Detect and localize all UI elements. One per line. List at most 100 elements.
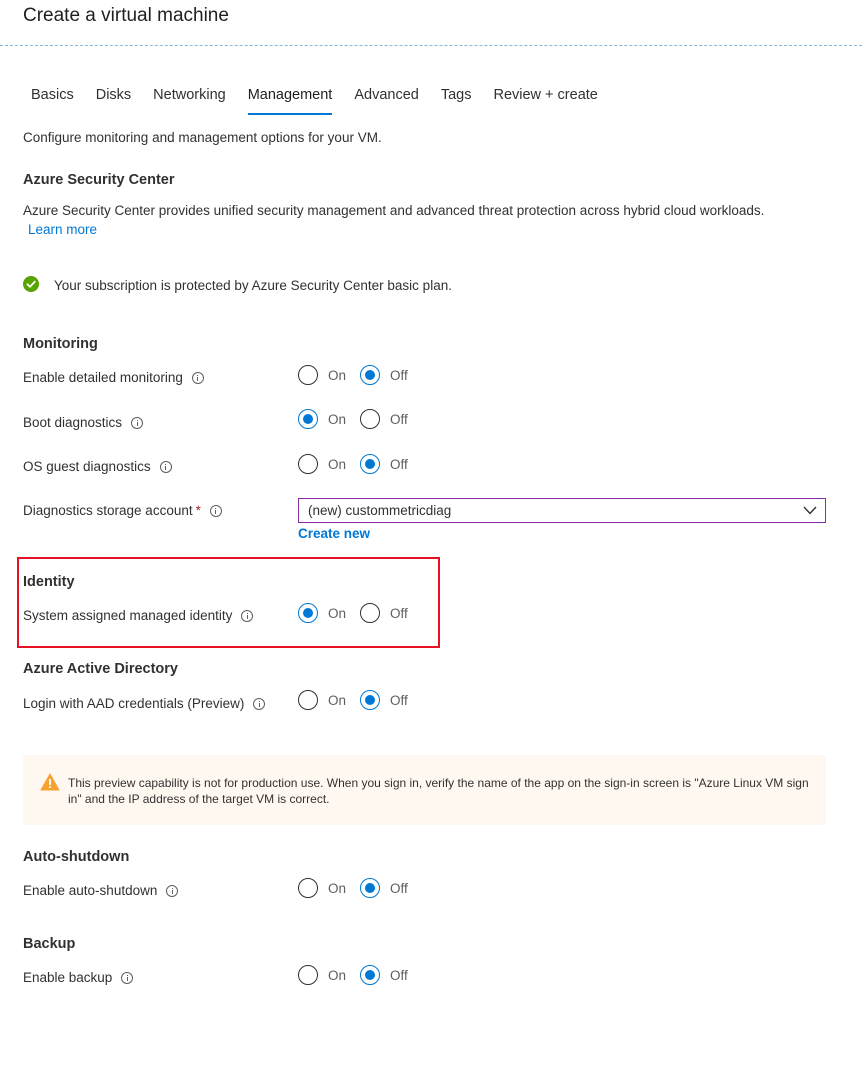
backup-heading: Backup (23, 936, 76, 952)
radio-button[interactable] (298, 365, 318, 385)
aad-login-off-option[interactable]: Off (360, 690, 408, 710)
boot-diagnostics-on-option[interactable]: On (298, 409, 346, 429)
storage-account-selected-value: (new) custommetricdiag (308, 503, 452, 518)
radio-button-checked[interactable] (360, 365, 381, 385)
info-icon[interactable] (121, 971, 134, 984)
storage-account-dropdown[interactable]: (new) custommetricdiag (298, 498, 826, 523)
aad-login-label: Login with AAD credentials (Preview) (23, 696, 266, 711)
detailed-monitoring-label-text: Enable detailed monitoring (23, 370, 183, 385)
system-assigned-identity-off-option[interactable]: Off (360, 603, 408, 623)
security-center-heading: Azure Security Center (23, 172, 175, 188)
security-center-description: Azure Security Center provides unified s… (23, 203, 765, 218)
os-guest-diagnostics-on-option[interactable]: On (298, 454, 346, 474)
radio-label-off: Off (390, 367, 408, 383)
radio-button-checked[interactable] (298, 603, 318, 623)
radio-label-on: On (328, 880, 347, 896)
detailed-monitoring-off-option[interactable]: Off (360, 365, 408, 385)
backup-off-option[interactable]: Off (360, 965, 408, 985)
info-icon[interactable] (209, 504, 222, 517)
radio-label-off: Off (390, 880, 408, 896)
backup-radio-group: On Off (298, 965, 408, 985)
auto-shutdown-on-option[interactable]: On (298, 878, 346, 898)
aad-heading: Azure Active Directory (23, 661, 178, 677)
tab-review-create[interactable]: Review + create (482, 87, 608, 115)
check-circle-icon (23, 276, 39, 292)
radio-label-on: On (328, 367, 347, 383)
radio-label-off: Off (390, 692, 408, 708)
radio-button[interactable] (298, 878, 318, 898)
radio-button[interactable] (360, 603, 381, 623)
detailed-monitoring-label: Enable detailed monitoring (23, 370, 204, 385)
security-status-text: Your subscription is protected by Azure … (54, 278, 452, 293)
intro-text: Configure monitoring and management opti… (23, 130, 382, 145)
header-divider (0, 45, 862, 46)
auto-shutdown-radio-group: On Off (298, 878, 408, 898)
auto-shutdown-off-option[interactable]: Off (360, 878, 408, 898)
system-assigned-identity-label: System assigned managed identity (23, 608, 254, 623)
backup-on-option[interactable]: On (298, 965, 346, 985)
backup-label-text: Enable backup (23, 970, 113, 985)
system-assigned-identity-radio-group: On Off (298, 603, 408, 623)
tab-management[interactable]: Management (237, 87, 344, 115)
info-icon[interactable] (131, 416, 144, 429)
radio-button-checked[interactable] (360, 965, 381, 985)
info-icon[interactable] (253, 697, 266, 710)
os-guest-diagnostics-label-text: OS guest diagnostics (23, 459, 151, 474)
page-title: Create a virtual machine (23, 5, 229, 26)
preview-warning-banner: This preview capability is not for produ… (23, 755, 826, 825)
auto-shutdown-heading: Auto-shutdown (23, 849, 130, 865)
tab-tags[interactable]: Tags (430, 87, 483, 115)
radio-label-off: Off (390, 456, 408, 472)
radio-label-off: Off (390, 411, 408, 427)
info-icon[interactable] (191, 371, 204, 384)
required-asterisk: * (195, 503, 201, 518)
create-new-storage-link[interactable]: Create new (298, 526, 370, 541)
os-guest-diagnostics-label: OS guest diagnostics (23, 459, 172, 474)
radio-label-on: On (328, 411, 347, 427)
boot-diagnostics-off-option[interactable]: Off (360, 409, 408, 429)
storage-account-label: Diagnostics storage account * (23, 503, 222, 518)
radio-label-on: On (328, 692, 347, 708)
radio-button-checked[interactable] (298, 409, 318, 429)
radio-button[interactable] (360, 409, 381, 429)
os-guest-diagnostics-radio-group: On Off (298, 454, 408, 474)
identity-heading: Identity (23, 574, 75, 590)
warning-icon (40, 773, 60, 791)
storage-account-label-text: Diagnostics storage account (23, 503, 193, 518)
tab-bar: Basics Disks Networking Management Advan… (20, 87, 609, 115)
info-icon[interactable] (166, 884, 179, 897)
boot-diagnostics-label-text: Boot diagnostics (23, 415, 123, 430)
info-icon[interactable] (159, 460, 172, 473)
learn-more-link[interactable]: Learn more (28, 222, 97, 237)
aad-login-label-text: Login with AAD credentials (Preview) (23, 696, 245, 711)
radio-button-checked[interactable] (360, 454, 381, 474)
tab-advanced[interactable]: Advanced (343, 87, 430, 115)
radio-label-off: Off (390, 605, 408, 621)
auto-shutdown-label-text: Enable auto-shutdown (23, 883, 158, 898)
os-guest-diagnostics-off-option[interactable]: Off (360, 454, 408, 474)
info-icon[interactable] (241, 609, 254, 622)
radio-button[interactable] (298, 454, 318, 474)
boot-diagnostics-radio-group: On Off (298, 409, 408, 429)
detailed-monitoring-radio-group: On Off (298, 365, 408, 385)
aad-login-radio-group: On Off (298, 690, 408, 710)
system-assigned-identity-label-text: System assigned managed identity (23, 608, 233, 623)
aad-login-on-option[interactable]: On (298, 690, 346, 710)
boot-diagnostics-label: Boot diagnostics (23, 415, 144, 430)
radio-label-on: On (328, 605, 347, 621)
monitoring-heading: Monitoring (23, 336, 98, 352)
radio-button-checked[interactable] (360, 878, 381, 898)
tab-networking[interactable]: Networking (142, 87, 237, 115)
chevron-down-icon (803, 506, 817, 515)
detailed-monitoring-on-option[interactable]: On (298, 365, 346, 385)
radio-button-checked[interactable] (360, 690, 381, 710)
radio-button[interactable] (298, 965, 318, 985)
tab-disks[interactable]: Disks (85, 87, 142, 115)
radio-label-on: On (328, 456, 347, 472)
radio-button[interactable] (298, 690, 318, 710)
tab-basics[interactable]: Basics (20, 87, 85, 115)
backup-label: Enable backup (23, 970, 134, 985)
preview-warning-text: This preview capability is not for produ… (68, 776, 809, 806)
auto-shutdown-label: Enable auto-shutdown (23, 883, 179, 898)
system-assigned-identity-on-option[interactable]: On (298, 603, 346, 623)
